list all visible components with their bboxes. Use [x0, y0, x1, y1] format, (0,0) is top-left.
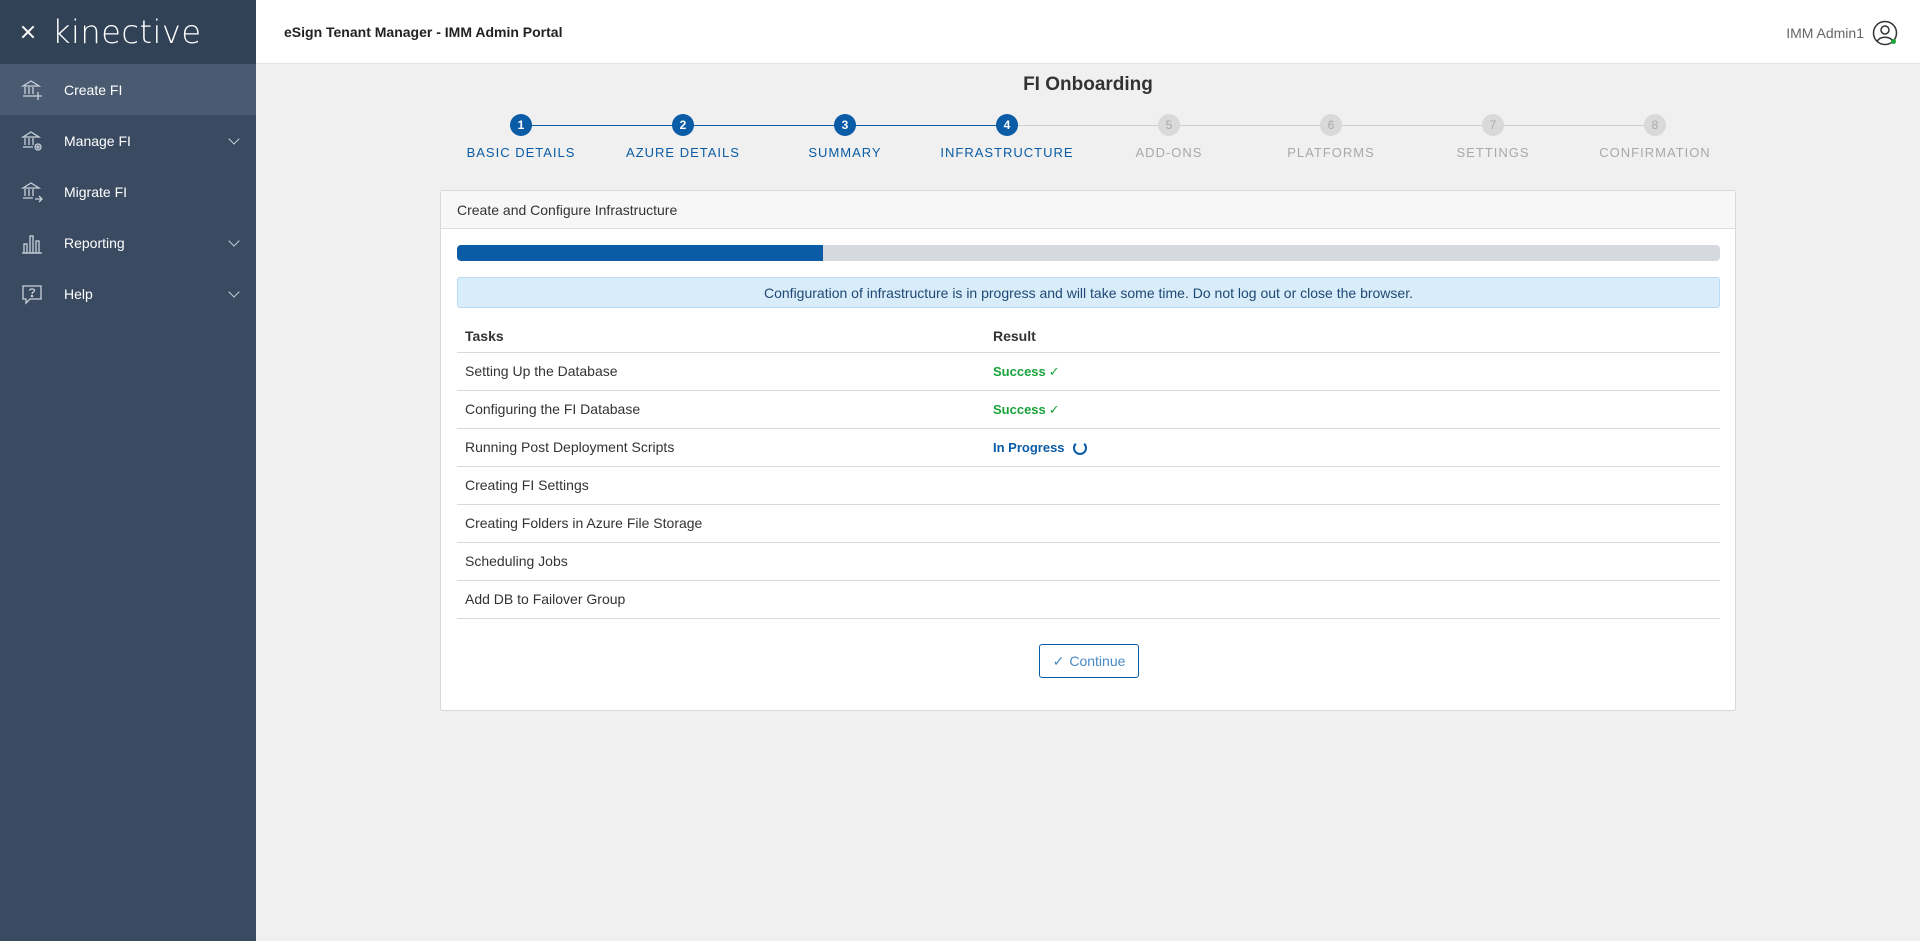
sidebar-item-help[interactable]: Help — [0, 268, 256, 319]
step-label: INFRASTRUCTURE — [940, 145, 1074, 160]
task-name: Setting Up the Database — [457, 352, 985, 391]
step-2[interactable]: 2 AZURE DETAILS — [602, 113, 764, 160]
tasks-table: Tasks Result Setting Up the Database Succ… — [457, 321, 1720, 619]
progress-fill — [457, 245, 824, 261]
step-label: ADD-ONS — [1135, 145, 1203, 160]
chevron-down-icon[interactable] — [228, 133, 240, 145]
chevron-down-icon[interactable] — [228, 235, 240, 247]
step-number: 4 — [996, 114, 1018, 136]
table-row: Creating Folders in Azure File Storage — [457, 504, 1720, 543]
close-menu-icon[interactable] — [20, 24, 36, 40]
user-name: IMM Admin1 — [1786, 25, 1864, 41]
step-6[interactable]: 6 PLATFORMS — [1250, 113, 1412, 160]
sidebar-item-label: Migrate FI — [64, 183, 128, 200]
check-icon: ✓ — [1048, 401, 1060, 417]
table-header-row: Tasks Result — [457, 321, 1720, 353]
step-number: 7 — [1482, 114, 1504, 136]
table-row: Running Post Deployment Scripts In Progre… — [457, 428, 1720, 467]
page-title: FI Onboarding — [1023, 74, 1153, 95]
step-7[interactable]: 7 SETTINGS — [1412, 113, 1574, 160]
step-3[interactable]: 3 SUMMARY — [764, 113, 926, 160]
step-label: PLATFORMS — [1287, 145, 1375, 160]
task-result-cell — [985, 504, 1720, 543]
task-name: Creating Folders in Azure File Storage — [457, 504, 985, 543]
sidebar-item-create-fi[interactable]: Create FI — [0, 64, 256, 115]
sidebar-item-label: Manage FI — [64, 132, 131, 149]
onboarding-stepper: 1 BASIC DETAILS 2 AZURE DETAILS 3 SUMMARY 4 INF… — [440, 113, 1715, 173]
sidebar-item-manage-fi[interactable]: Manage FI — [0, 115, 256, 166]
continue-button[interactable]: ✓ Continue — [1039, 644, 1139, 678]
sidebar-header: kinective — [0, 0, 256, 64]
task-result-cell — [985, 542, 1720, 581]
sidebar-item-reporting[interactable]: Reporting — [0, 217, 256, 268]
step-label: BASIC DETAILS — [466, 145, 576, 160]
task-name: Scheduling Jobs — [457, 542, 985, 581]
sidebar-item-label: Create FI — [64, 81, 123, 98]
table-row: Configuring the FI Database Success ✓ — [457, 390, 1720, 429]
infrastructure-card: Create and Configure Infrastructure Conf… — [440, 190, 1736, 711]
bar-chart-icon — [20, 231, 44, 255]
tasks-header: Tasks — [457, 321, 985, 353]
status-text: Success — [993, 363, 1046, 379]
continue-label: Continue — [1069, 653, 1126, 669]
chevron-down-icon[interactable] — [228, 286, 240, 298]
status-text: In Progress — [993, 440, 1065, 455]
task-result-cell — [985, 580, 1720, 619]
status-success: Success ✓ — [993, 364, 1060, 379]
step-label: AZURE DETAILS — [626, 145, 740, 160]
spinner-icon — [1072, 440, 1087, 455]
step-number: 2 — [672, 114, 694, 136]
user-avatar-icon[interactable] — [1872, 20, 1898, 46]
task-name: Configuring the FI Database — [457, 390, 985, 429]
step-number: 6 — [1320, 114, 1342, 136]
task-result-cell: In Progress — [985, 428, 1720, 467]
table-row: Creating FI Settings — [457, 466, 1720, 505]
progress-bar — [457, 245, 1720, 261]
table-row: Scheduling Jobs — [457, 542, 1720, 581]
step-number: 1 — [510, 114, 532, 136]
table-row: Setting Up the Database Success ✓ — [457, 352, 1720, 391]
task-name: Creating FI Settings — [457, 466, 985, 505]
check-icon: ✓ — [1048, 363, 1060, 379]
sidebar-item-label: Reporting — [64, 234, 125, 251]
topbar: eSign Tenant Manager - IMM Admin Portal … — [256, 0, 1920, 64]
status-text: Success — [993, 401, 1046, 417]
step-5[interactable]: 5 ADD-ONS — [1088, 113, 1250, 160]
step-1[interactable]: 1 BASIC DETAILS — [440, 113, 602, 160]
result-header: Result — [985, 321, 1720, 353]
task-result-cell — [985, 466, 1720, 505]
app-title: eSign Tenant Manager - IMM Admin Portal — [284, 23, 563, 40]
card-title: Create and Configure Infrastructure — [441, 191, 1735, 229]
step-number: 3 — [834, 114, 856, 136]
bank-migrate-icon — [20, 180, 44, 204]
step-label: CONFIRMATION — [1599, 145, 1711, 160]
task-name: Running Post Deployment Scripts — [457, 428, 985, 467]
task-name: Add DB to Failover Group — [457, 580, 985, 619]
table-row: Add DB to Failover Group — [457, 580, 1720, 619]
user-menu[interactable]: IMM Admin1 — [1786, 20, 1898, 46]
step-number: 8 — [1644, 114, 1666, 136]
step-label: SETTINGS — [1456, 145, 1530, 160]
step-4[interactable]: 4 INFRASTRUCTURE — [926, 113, 1088, 160]
step-8[interactable]: 8 CONFIRMATION — [1574, 113, 1736, 160]
help-icon — [20, 282, 44, 306]
step-number: 5 — [1158, 114, 1180, 136]
sidebar-item-migrate-fi[interactable]: Migrate FI — [0, 166, 256, 217]
status-success: Success ✓ — [993, 402, 1060, 417]
check-icon: ✓ — [1052, 652, 1065, 669]
task-result-cell: Success ✓ — [985, 390, 1720, 429]
logo: kinective — [52, 13, 202, 51]
step-label: SUMMARY — [808, 145, 882, 160]
bank-gear-icon — [20, 129, 44, 153]
bank-add-icon — [20, 78, 44, 102]
task-result-cell: Success ✓ — [985, 352, 1720, 391]
sidebar-item-label: Help — [64, 285, 93, 302]
sidebar: kinective Create FI Manage FI Migrate FI Re… — [0, 0, 256, 941]
status-in-progress: In Progress — [993, 440, 1087, 455]
info-alert: Configuration of infrastructure is in pr… — [457, 277, 1720, 308]
